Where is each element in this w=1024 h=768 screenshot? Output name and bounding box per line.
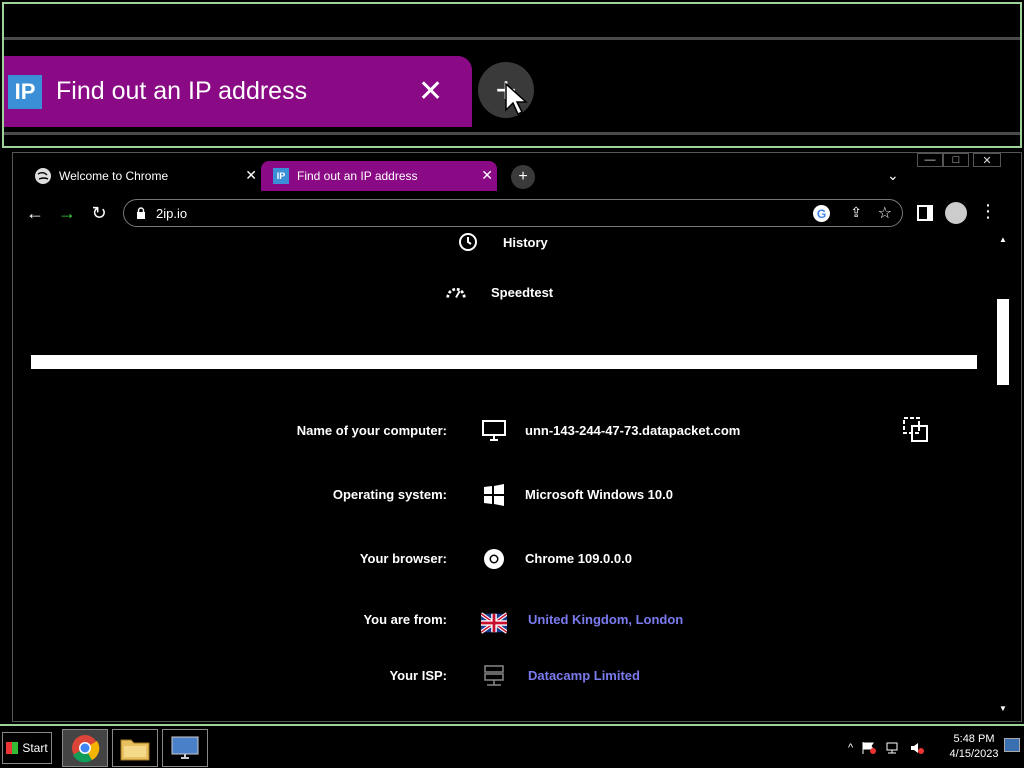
info-label: Operating system: — [332, 487, 447, 502]
server-icon — [484, 665, 504, 686]
isp-link[interactable]: Datacamp Limited — [528, 668, 640, 683]
clock-time: 5:48 PM — [953, 733, 995, 745]
info-value: unn-143-244-47-73.datapacket.com — [525, 423, 741, 438]
info-row-browser: Your browser: Chrome 109.0.0.0 — [31, 545, 977, 575]
taskbar-remote-desktop-button[interactable] — [162, 729, 208, 767]
info-label: Name of your computer: — [296, 423, 447, 438]
page-scrollbar[interactable]: ▲ ▼ — [995, 231, 1011, 719]
tab-strip: Welcome to Chrome ✕ IP Find out an IP ad… — [13, 153, 1021, 197]
magnifier-view: IP Find out an IP address ✕ + — [2, 2, 1022, 148]
taskbar-explorer-button[interactable] — [112, 729, 158, 767]
tab-welcome[interactable]: Welcome to Chrome ✕ — [25, 161, 261, 191]
uk-flag-icon — [481, 612, 507, 634]
volume-muted-icon[interactable] — [909, 741, 925, 755]
magnified-tab-title: Find out an IP address — [56, 77, 308, 105]
minimize-button[interactable]: — — [917, 153, 943, 167]
share-icon[interactable]: ⇪ — [850, 204, 862, 221]
info-value: Microsoft Windows 10.0 — [525, 487, 673, 502]
tab-close-icon[interactable]: ✕ — [245, 167, 257, 184]
back-arrow-icon[interactable]: ← — [23, 201, 47, 225]
chrome-icon — [484, 549, 504, 569]
clock-date: 4/15/2023 — [949, 748, 999, 760]
browser-toolbar: ← → ↻ 2ip.io G ⇪ ☆ ⋮ — [13, 197, 1021, 229]
info-label: Your browser: — [359, 551, 447, 566]
tab-search-chevron-down-icon[interactable]: ⌄ — [887, 167, 899, 184]
scroll-up-arrow-icon[interactable]: ▲ — [999, 235, 1007, 244]
ip-favicon-icon: IP — [8, 74, 42, 109]
nav-speedtest-label: Speedtest — [491, 284, 554, 300]
nav-history-label: History — [503, 234, 548, 250]
network-icon[interactable] — [885, 741, 901, 755]
reload-icon[interactable]: ↻ — [87, 201, 111, 225]
ip-favicon-icon: IP — [273, 168, 289, 184]
taskbar: Start ^ 5:48 PM 4/15/2023 — [0, 724, 1024, 768]
action-center-flag-icon[interactable] — [861, 741, 877, 755]
taskbar-clock[interactable]: 5:48 PM 4/15/2023 — [946, 732, 1002, 762]
location-link[interactable]: United Kingdom, London — [528, 612, 683, 627]
url-text[interactable]: 2ip.io — [156, 206, 187, 221]
copy-icon[interactable] — [903, 417, 929, 443]
lock-icon — [137, 207, 145, 219]
start-button[interactable]: Start — [2, 732, 52, 764]
magnifier-divider — [4, 132, 1020, 135]
windows-flag-icon — [6, 742, 19, 754]
magnified-tab[interactable]: IP Find out an IP address ✕ — [4, 56, 472, 127]
forward-arrow-icon[interactable]: → — [55, 201, 79, 225]
info-row-operating-system: Operating system: Microsoft Windows 10.0 — [31, 481, 977, 511]
info-label: Your ISP: — [389, 668, 447, 683]
address-bar[interactable]: 2ip.io G ⇪ ☆ — [123, 199, 903, 227]
page-content: History Speedtest Name of your computer:… — [31, 231, 977, 721]
remote-desktop-icon — [171, 736, 199, 759]
info-value: Chrome 109.0.0.0 — [525, 551, 632, 566]
speedometer-icon — [446, 287, 466, 298]
magnified-tab-close-icon[interactable]: ✕ — [418, 74, 443, 109]
section-divider — [31, 355, 977, 369]
google-icon[interactable]: G — [813, 205, 830, 222]
info-row-computer-name: Name of your computer: unn-143-244-47-73… — [31, 417, 977, 447]
chrome-icon — [72, 735, 100, 763]
side-panel-icon[interactable] — [917, 205, 933, 221]
chrome-window: Welcome to Chrome ✕ IP Find out an IP ad… — [12, 152, 1022, 722]
new-tab-icon[interactable]: + — [511, 165, 535, 189]
maximize-button[interactable]: □ — [943, 153, 969, 167]
show-desktop-button[interactable] — [1004, 738, 1020, 752]
mouse-cursor-icon — [505, 82, 528, 116]
tab-title: Find out an IP address — [297, 169, 418, 183]
tab-ip-address[interactable]: IP Find out an IP address ✕ — [261, 161, 497, 191]
magnifier-divider — [4, 37, 1020, 40]
tray-expand-chevron-icon[interactable]: ^ — [848, 742, 853, 754]
system-tray: ^ — [848, 734, 925, 762]
tab-close-icon[interactable]: ✕ — [481, 167, 493, 184]
bookmark-star-icon[interactable]: ☆ — [878, 203, 892, 223]
scrollbar-thumb[interactable] — [997, 299, 1009, 385]
history-icon — [459, 233, 477, 251]
info-label: You are from: — [363, 612, 447, 627]
desktop-screen: IP Find out an IP address ✕ + Welcome to… — [0, 0, 1024, 768]
info-row-location: You are from: United Kingdom, London — [31, 606, 977, 636]
nav-history[interactable]: History — [457, 231, 548, 253]
scroll-down-arrow-icon[interactable]: ▼ — [999, 704, 1007, 713]
nav-speedtest[interactable]: Speedtest — [445, 281, 553, 303]
kebab-menu-icon[interactable]: ⋮ — [979, 201, 997, 222]
monitor-icon — [482, 420, 506, 441]
close-window-button[interactable]: ✕ — [973, 153, 1001, 167]
info-row-isp: Your ISP: Datacamp Limited — [31, 662, 977, 692]
globe-icon — [35, 168, 51, 184]
profile-avatar-icon[interactable] — [945, 202, 967, 224]
folder-icon — [120, 739, 150, 761]
tab-title: Welcome to Chrome — [59, 169, 169, 183]
taskbar-chrome-button[interactable] — [62, 729, 108, 767]
start-label: Start — [22, 741, 48, 755]
windows-icon — [484, 484, 504, 506]
